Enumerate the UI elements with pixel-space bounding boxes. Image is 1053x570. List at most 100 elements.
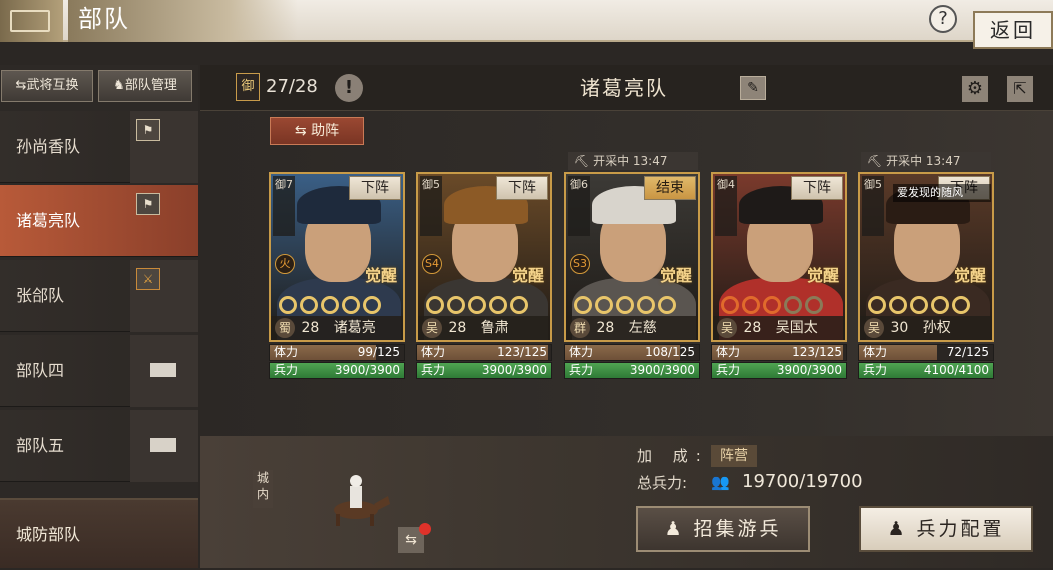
troops-icon: 👥 (711, 473, 730, 491)
team-label: 张郃队 (16, 286, 65, 305)
general-portrait[interactable]: 御6 结束 S3 觉醒 群 28 左慈 (564, 172, 700, 342)
general-level: 28 (301, 320, 320, 336)
sidebar-item-team-1[interactable]: 孙尚香队 ⚑ (0, 111, 198, 183)
troop-bar: 兵力 3900/3900 (269, 362, 405, 379)
recruit-icon: ♟ (664, 518, 694, 540)
general-portrait[interactable]: 御7 下阵 火 觉醒 蜀 28 诸葛亮 (269, 172, 405, 342)
info-icon[interactable]: ! (335, 74, 363, 102)
swap-generals-button[interactable]: ⇆武将互换 (1, 70, 93, 102)
general-card[interactable]: 御6 结束 S3 觉醒 群 28 左慈 体力 108/125 兵力 3900/3… (564, 172, 700, 382)
general-name: 吴国太 (775, 320, 818, 336)
faction-badge: 吴 (864, 318, 884, 338)
rank-star-icon (595, 296, 613, 314)
share-icon[interactable]: ⇱ (1007, 76, 1033, 102)
rank-star-icon (447, 296, 465, 314)
crossed-swords-icon: ⚔ (136, 268, 160, 290)
stamina-bar: 体力 123/125 (711, 344, 847, 361)
mining-icon: ⛏ (867, 154, 887, 168)
troop-label: 兵力 (274, 363, 299, 377)
team-label: 孙尚香队 (16, 137, 81, 156)
rank-star-icon (805, 296, 823, 314)
stamina-bar: 体力 123/125 (416, 344, 552, 361)
locked-slot-icon (150, 438, 176, 452)
rank-star-icon (721, 296, 739, 314)
general-name: 诸葛亮 (333, 320, 376, 336)
general-card[interactable]: 御5 下阵 觉醒 吴 30 孙权 体力 72/125 兵力 4100/4100 (858, 172, 994, 382)
stamina-value: 99/125 (357, 345, 400, 359)
camp-bonus-tag[interactable]: 阵营 (711, 445, 757, 467)
defense-level-badge: 御5 (420, 176, 442, 236)
bonus-label: 加 成: (637, 447, 709, 465)
rank-star-icon (637, 296, 655, 314)
card-action-button[interactable]: 下阵 (349, 176, 401, 200)
card-action-button[interactable]: 结束 (644, 176, 696, 200)
stamina-bar: 体力 72/125 (858, 344, 994, 361)
general-name: 鲁肃 (480, 320, 509, 336)
defense-level-badge: 御6 (568, 176, 590, 236)
defense-level-badge: 御7 (273, 176, 295, 236)
stamina-value: 123/125 (497, 345, 547, 359)
awakened-label: 觉醒 (364, 266, 397, 285)
edit-name-icon[interactable]: ✎ (740, 76, 766, 100)
assist-button[interactable]: ⇆ 助阵 (270, 117, 364, 145)
general-card[interactable]: 御4 下阵 觉醒 吴 28 吴国太 体力 123/125 兵力 3900/390… (711, 172, 847, 382)
gear-icon[interactable]: ⚙ (962, 76, 988, 102)
rank-stars (868, 296, 973, 318)
watermark-text: 爱发现的随风 (893, 184, 991, 202)
faction-badge: 群 (570, 318, 590, 338)
locked-slot-icon (150, 363, 176, 377)
team-manage-button[interactable]: ♞部队管理 (98, 70, 192, 102)
stamina-label: 体力 (863, 345, 888, 359)
general-card[interactable]: 御7 下阵 火 觉醒 蜀 28 诸葛亮 体力 99/125 兵力 3900/39… (269, 172, 405, 382)
top-bar: 部队 ? (0, 0, 1053, 42)
team-label: 部队五 (16, 436, 65, 455)
total-troops-value: 19700/19700 (742, 471, 863, 492)
rank-star-icon (574, 296, 592, 314)
troop-config-button[interactable]: ♟ 兵力配置 (859, 506, 1033, 552)
team-title: 诸葛亮队 (580, 76, 668, 100)
rank-star-icon (279, 296, 297, 314)
awakened-label: 觉醒 (659, 266, 692, 285)
trait-badge-icon: 火 (275, 254, 295, 274)
recruit-button[interactable]: ♟ 招集游兵 (636, 506, 810, 552)
troop-config-icon: ♟ (887, 518, 917, 540)
stamina-value: 123/125 (792, 345, 842, 359)
trait-badge-icon: S3 (570, 254, 590, 274)
rank-stars (721, 296, 826, 318)
team-label: 诸葛亮队 (16, 211, 81, 230)
help-icon[interactable]: ? (929, 5, 957, 33)
sidebar-item-defense[interactable]: 城防部队 (0, 498, 198, 568)
troop-value: 3900/3900 (481, 363, 547, 377)
troop-value: 3900/3900 (776, 363, 842, 377)
card-action-button[interactable]: 下阵 (791, 176, 843, 200)
general-name: 孙权 (922, 320, 951, 336)
rank-star-icon (321, 296, 339, 314)
general-namebar: 蜀 28 诸葛亮 (271, 316, 403, 340)
troop-value: 3900/3900 (334, 363, 400, 377)
awakened-label: 觉醒 (806, 266, 839, 285)
general-portrait[interactable]: 御5 下阵 S4 觉醒 吴 28 鲁肃 (416, 172, 552, 342)
general-level: 30 (890, 320, 909, 336)
sidebar-item-team-4[interactable]: 部队四 (0, 335, 198, 407)
general-card[interactable]: 御5 下阵 S4 觉醒 吴 28 鲁肃 体力 123/125 兵力 3900/3… (416, 172, 552, 382)
general-portrait[interactable]: 御4 下阵 觉醒 吴 28 吴国太 (711, 172, 847, 342)
rank-star-icon (742, 296, 760, 314)
total-troops-label: 总兵力: (637, 474, 688, 492)
back-button[interactable]: 返回 (973, 11, 1053, 49)
general-namebar: 吴 28 吴国太 (713, 316, 845, 340)
rank-star-icon (784, 296, 802, 314)
mining-status: ⛏ 开采中 13:47 (861, 152, 991, 170)
sidebar-item-team-2[interactable]: 诸葛亮队 ⚑ (0, 185, 198, 257)
sidebar-item-team-3[interactable]: 张郃队 ⚔ (0, 260, 198, 332)
stamina-value: 108/125 (645, 345, 695, 359)
faction-badge: 吴 (422, 318, 442, 338)
rank-star-icon (489, 296, 507, 314)
rank-star-icon (468, 296, 486, 314)
team-flag-icon: ⚑ (136, 193, 160, 215)
general-namebar: 吴 28 鲁肃 (418, 316, 550, 340)
sidebar-item-team-5[interactable]: 部队五 (0, 410, 198, 482)
recruit-label: 招集游兵 (693, 518, 782, 540)
defense-level-badge: 御5 (862, 176, 884, 236)
stamina-value: 72/125 (946, 345, 989, 359)
card-action-button[interactable]: 下阵 (496, 176, 548, 200)
